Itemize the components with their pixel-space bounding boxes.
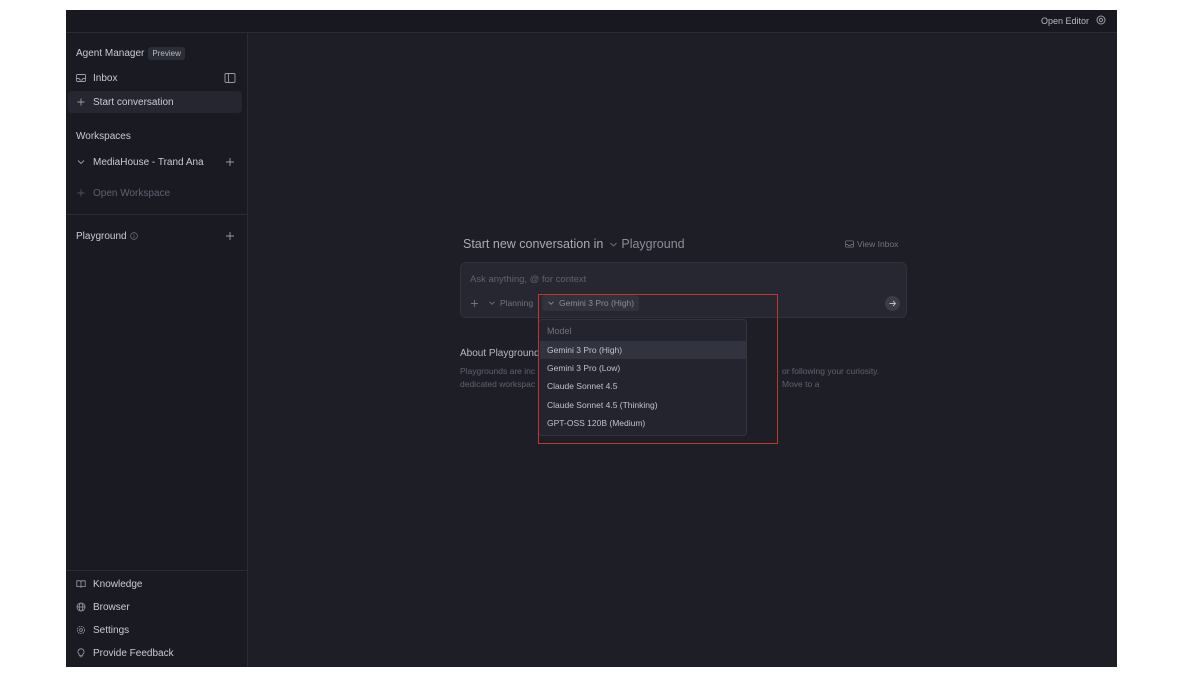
- about-playgrounds-heading: About Playgrounds: [460, 348, 545, 359]
- add-conversation-icon[interactable]: [224, 156, 236, 168]
- view-inbox-link[interactable]: View Inbox: [845, 239, 898, 249]
- model-option[interactable]: Claude Sonnet 4.5: [540, 377, 746, 395]
- app-window: Open Editor Agent Manager Preview Inbox: [66, 10, 1117, 667]
- sidebar-item-label: Playground: [76, 230, 127, 242]
- workspace-selector[interactable]: Playground: [621, 237, 684, 251]
- view-inbox-label: View Inbox: [857, 239, 899, 249]
- globe-icon: [76, 602, 86, 612]
- sidebar-item-open-workspace[interactable]: Open Workspace: [68, 182, 242, 204]
- send-button[interactable]: [885, 296, 900, 311]
- sidebar-divider: [66, 214, 248, 215]
- open-editor-button[interactable]: Open Editor: [1041, 16, 1089, 26]
- sidebar-item-start-conversation[interactable]: Start conversation: [68, 91, 242, 113]
- sidebar-item-provide-feedback[interactable]: Provide Feedback: [68, 642, 242, 664]
- about-text-left: Playgrounds are inc: [460, 366, 536, 376]
- top-bar: Open Editor: [66, 10, 1117, 33]
- sidebar-item-label: Open Workspace: [93, 187, 171, 199]
- title-prefix: Start new conversation in: [463, 237, 604, 251]
- sidebar-item-knowledge[interactable]: Knowledge: [68, 573, 242, 595]
- model-dropdown-menu: Model Gemini 3 Pro (High) Gemini 3 Pro (…: [538, 319, 747, 436]
- plus-icon: [77, 98, 85, 106]
- planning-mode-selector[interactable]: Planning: [488, 298, 533, 308]
- sidebar-item-playground[interactable]: Playground: [68, 225, 242, 247]
- workspaces-heading: Workspaces: [76, 131, 131, 142]
- lightbulb-icon: [77, 648, 85, 658]
- app-title: Agent Manager: [76, 48, 145, 59]
- main-panel: Start new conversation in Playground Vie…: [249, 33, 1117, 667]
- arrow-right-icon: [889, 300, 897, 307]
- prompt-input-box[interactable]: Ask anything, @ for context Planning Gem…: [460, 262, 907, 318]
- model-option[interactable]: Gemini 3 Pro (Low): [540, 359, 746, 377]
- sidebar-item-inbox[interactable]: Inbox: [68, 67, 242, 89]
- sidebar-title: Agent Manager Preview: [76, 47, 185, 60]
- add-context-icon[interactable]: [470, 299, 479, 308]
- model-selector[interactable]: Gemini 3 Pro (High): [542, 295, 640, 311]
- info-icon[interactable]: [129, 232, 138, 240]
- sidebar-item-workspace[interactable]: MediaHouse - Trand Ana: [68, 151, 242, 173]
- sidebar-item-settings[interactable]: Settings: [68, 619, 242, 641]
- model-selector-label: Gemini 3 Pro (High): [559, 298, 635, 308]
- plus-icon: [77, 189, 85, 197]
- about-text-right: or following your curiosity. Move to a: [782, 366, 880, 389]
- sidebar-item-label: Knowledge: [93, 578, 143, 590]
- chevron-down-icon: [548, 301, 554, 305]
- sidebar-item-label: Provide Feedback: [93, 647, 174, 659]
- chevron-down-icon[interactable]: [76, 157, 86, 167]
- sidebar-footer-divider: [66, 570, 248, 571]
- model-option[interactable]: Claude Sonnet 4.5 (Thinking): [540, 396, 746, 414]
- sidebar-item-label: Settings: [93, 624, 130, 636]
- planning-label: Planning: [500, 298, 534, 308]
- chevron-down-icon[interactable]: [609, 240, 618, 249]
- workspace-name: MediaHouse - Trand Ana: [93, 156, 204, 168]
- sidebar-item-label: Inbox: [93, 72, 118, 84]
- book-icon: [76, 580, 86, 588]
- gear-icon[interactable]: [1095, 14, 1107, 26]
- conversation-title: Start new conversation in Playground: [463, 237, 685, 251]
- sidebar-item-label: Start conversation: [93, 96, 174, 108]
- inbox-icon: [76, 74, 86, 82]
- model-option[interactable]: GPT-OSS 120B (Medium): [540, 414, 746, 432]
- add-playground-icon[interactable]: [224, 230, 236, 242]
- chevron-down-icon: [489, 301, 495, 305]
- dropdown-header: Model: [547, 326, 572, 336]
- model-option[interactable]: Gemini 3 Pro (High): [540, 341, 746, 359]
- gear-icon: [77, 626, 85, 634]
- prompt-input[interactable]: Ask anything, @ for context: [470, 274, 586, 285]
- preview-badge: Preview: [148, 47, 185, 60]
- sidebar-item-label: Browser: [93, 601, 130, 613]
- sidebar-item-browser[interactable]: Browser: [68, 596, 242, 618]
- sidebar: Agent Manager Preview Inbox Start conver…: [66, 33, 248, 667]
- panel-toggle-icon[interactable]: [224, 72, 236, 84]
- inbox-icon: [845, 240, 854, 248]
